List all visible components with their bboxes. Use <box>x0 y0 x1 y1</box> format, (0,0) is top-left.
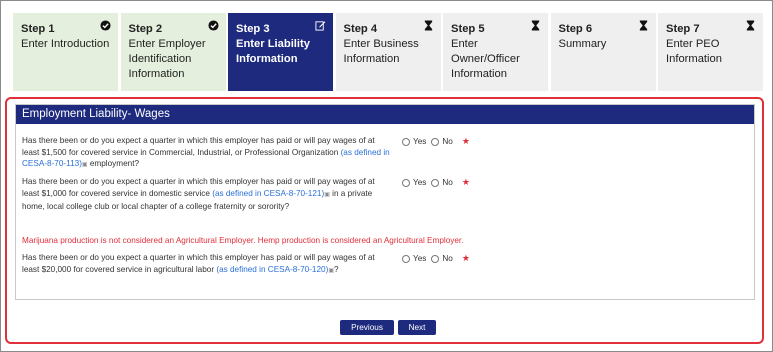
cesa-link[interactable]: (as defined in CESA-8-70-120) <box>216 265 328 274</box>
question-text-end: employment? <box>87 159 140 168</box>
step-number: Step 1 <box>21 23 55 35</box>
step-label: Enter Liability Information <box>236 38 310 65</box>
no-option[interactable]: No <box>431 137 453 146</box>
no-radio[interactable] <box>431 178 440 187</box>
step-label: Enter Business Information <box>343 38 419 65</box>
step-label: Summary <box>558 38 607 50</box>
no-label: No <box>442 178 453 187</box>
next-button[interactable]: Next <box>398 320 436 335</box>
question-agricultural: Has there been or do you expect a quarte… <box>22 252 392 277</box>
step-number: Step 2 <box>128 23 163 35</box>
hourglass-icon <box>639 20 647 31</box>
no-radio[interactable] <box>431 254 440 263</box>
step-number: Step 6 <box>558 23 593 35</box>
yes-label: Yes <box>413 178 427 187</box>
marijuana-warning: Marijuana production is not considered a… <box>22 236 464 245</box>
no-option[interactable]: No <box>431 178 453 187</box>
wages-panel: Employment Liability- Wages Has there be… <box>15 104 755 300</box>
no-label: No <box>442 254 453 263</box>
step-3[interactable]: Step 3 Enter Liability Information <box>228 13 333 91</box>
yes-radio[interactable] <box>402 137 410 146</box>
step-label: Enter Employer Identification Informatio… <box>128 38 206 80</box>
app-frame: Step 1 Enter Introduction Step 2 Enter E… <box>0 0 773 352</box>
step-1[interactable]: Step 1 Enter Introduction <box>13 13 118 91</box>
step-label: Enter Introduction <box>21 38 110 50</box>
hourglass-icon <box>424 20 432 31</box>
wizard-steps: Step 1 Enter Introduction Step 2 Enter E… <box>13 13 767 91</box>
no-option[interactable]: No <box>431 254 453 263</box>
check-circle-icon <box>100 20 111 31</box>
required-star-icon: ★ <box>461 136 470 146</box>
required-star-icon: ★ <box>461 177 470 187</box>
step-6[interactable]: Step 6 Summary <box>550 13 656 91</box>
edit-icon <box>315 21 326 31</box>
step-label: Enter Owner/Officer Information <box>451 38 520 80</box>
step-label: Enter PEO Information <box>666 38 722 65</box>
step-4[interactable]: Step 4 Enter Business Information <box>335 13 441 91</box>
step-number: Step 3 <box>236 23 270 35</box>
check-circle-icon <box>207 20 219 31</box>
navigation-buttons: Previous Next <box>340 320 440 335</box>
answer-agricultural: Yes No ★ <box>402 253 470 264</box>
yes-label: Yes <box>413 137 427 146</box>
step-number: Step 4 <box>343 23 378 35</box>
step-5[interactable]: Step 5 Enter Owner/Officer Information <box>443 13 548 91</box>
hourglass-icon <box>531 20 540 31</box>
no-label: No <box>442 137 453 146</box>
step-7[interactable]: Step 7 Enter PEO Information <box>658 13 763 91</box>
yes-radio[interactable] <box>402 178 410 187</box>
step-number: Step 5 <box>451 23 485 35</box>
no-radio[interactable] <box>431 137 440 146</box>
answer-domestic: Yes No ★ <box>402 177 470 188</box>
yes-option[interactable]: Yes <box>402 137 426 146</box>
question-text-end: ? <box>333 264 339 274</box>
hourglass-icon <box>746 20 755 31</box>
yes-option[interactable]: Yes <box>402 254 426 263</box>
yes-label: Yes <box>413 254 427 263</box>
yes-radio[interactable] <box>402 254 410 263</box>
cesa-link[interactable]: (as defined in CESA-8-70-121) <box>212 189 324 198</box>
previous-button[interactable]: Previous <box>340 320 394 335</box>
step-2[interactable]: Step 2 Enter Employer Identification Inf… <box>120 13 226 91</box>
liability-section: Employment Liability- Wages Has there be… <box>5 97 764 344</box>
question-commercial: Has there been or do you expect a quarte… <box>22 135 392 172</box>
question-domestic: Has there been or do you expect a quarte… <box>22 176 392 213</box>
required-star-icon: ★ <box>461 253 470 263</box>
question-text: Has there been or do you expect a quarte… <box>22 136 375 157</box>
yes-option[interactable]: Yes <box>402 178 426 187</box>
step-number: Step 7 <box>666 23 700 35</box>
panel-title: Employment Liability- Wages <box>16 105 754 124</box>
answer-commercial: Yes No ★ <box>402 136 470 147</box>
